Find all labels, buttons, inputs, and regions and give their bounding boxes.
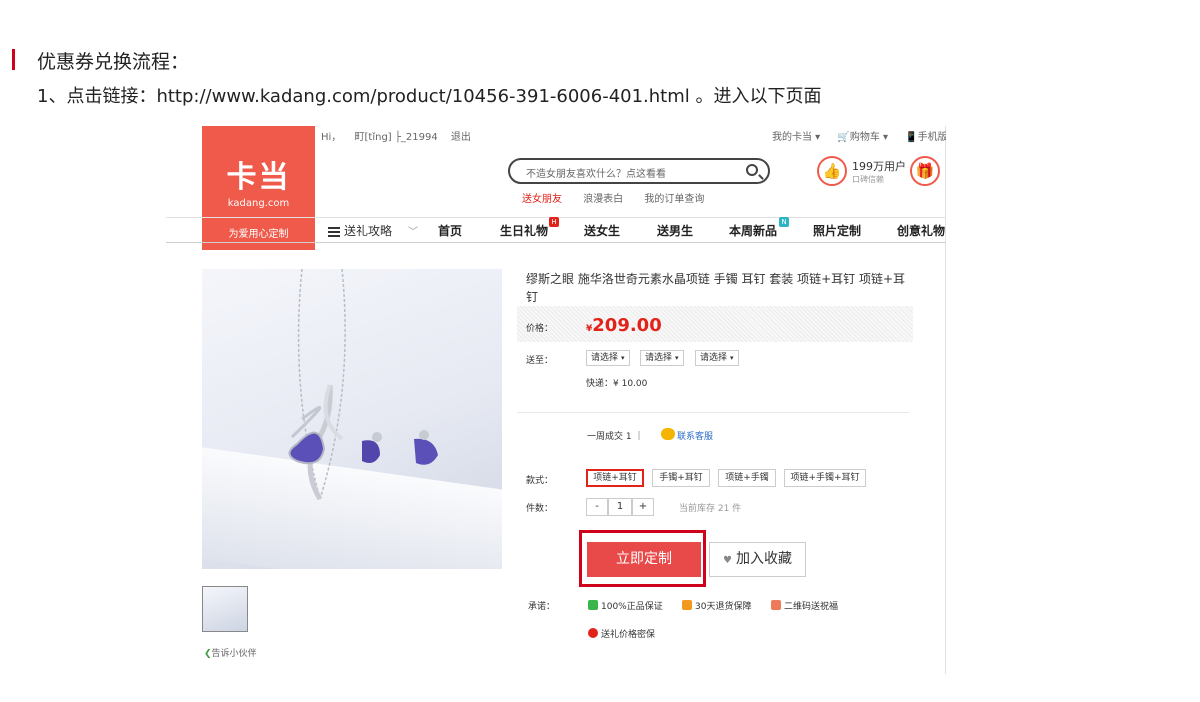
logo-name: 卡当 [226,160,291,195]
add-favorite-button[interactable]: ♥ 加入收藏 [709,542,806,577]
share-link[interactable]: ❮告诉小伙伴 [204,646,257,659]
logo-slogan: 为爱用心定制 [228,229,289,240]
dropdown-arrow-icon: ▾ [730,354,734,362]
promise-genuine: 100%正品保证 [588,599,663,612]
greeting: Hi， [321,132,342,143]
style-option-necklace-earrings[interactable]: 项链+耳钉 [586,469,644,487]
add-favorite-label: 加入收藏 [735,551,792,567]
product-price: ¥209.00 [586,315,662,336]
search-box[interactable]: 不造女朋友喜欢什么？点这看看 [508,158,770,184]
search-input[interactable]: 不造女朋友喜欢什么？点这看看 [526,165,666,180]
guide-step-1: 1、点击链接：http://www.kadang.com/product/104… [37,86,822,107]
province-select-value: 请选择 [591,353,619,363]
dropdown-arrow-icon: ▾ [675,354,679,362]
product-title: 缪斯之眼 施华洛世奇元素水晶项链 手镯 耳钉 套装 项链+耳钉 项链+耳钉 [526,272,905,304]
product-main-image [202,269,502,569]
kadang-logo[interactable]: 卡当 kadang.com 为爱用心定制 [202,126,315,250]
cart-link[interactable]: 🛒购物车 ▾ [837,132,888,143]
city-select-value: 请选择 [645,353,673,363]
nav-item-birthday[interactable]: 生日礼物 [500,222,548,239]
mobile-link[interactable]: 📱手机版 [905,132,946,143]
nav-item-for-her[interactable]: 送女生 [584,222,620,239]
promise-qrcode: 二维码送祝福 [771,599,838,612]
product-page-screenshot: Hi， 町[tǐng] ├_21994 退出 我的卡当 ▾ 🛒购物车 ▾ 📱手机… [166,126,946,674]
gift-icon[interactable]: 🎁 [910,156,940,186]
hotword-link[interactable]: 送女朋友 [522,194,562,205]
province-select[interactable]: 请选择 ▾ [586,350,630,366]
menu-icon [328,225,340,239]
quantity-input[interactable]: 1 [608,498,632,516]
customize-now-button[interactable]: 立即定制 [587,542,701,577]
genuine-icon [588,600,598,610]
return-icon [682,600,692,610]
stock-text: 当前库存 21 件 [679,504,742,514]
style-option-bracelet-earrings[interactable]: 手镯+耳钉 [652,469,710,487]
topbar-user: Hi， 町[tǐng] ├_21994 退出 [321,128,481,143]
customer-service-link[interactable]: 联系客服 [677,429,713,442]
quantity-decrease-button[interactable]: - [586,498,608,516]
price-band [517,306,913,342]
hotword-link[interactable]: 浪漫表白 [583,194,623,205]
hotword-link[interactable]: 我的订单查询 [644,194,704,205]
chevron-down-icon: ﹀ [408,227,419,238]
users-count: 199万用户 [852,160,906,173]
logout-link[interactable]: 退出 [451,132,471,143]
nav-item-photo-custom[interactable]: 照片定制 [813,222,861,239]
style-label: 款式： [526,476,554,486]
nav-item-creative-gifts[interactable]: 创意礼物 [897,222,945,239]
nav-item-home[interactable]: 首页 [438,222,462,239]
nav-item-for-him[interactable]: 送男生 [657,222,693,239]
style-option-necklace-bracelet[interactable]: 项链+手镯 [718,469,776,487]
category-menu[interactable]: 送礼攻略 ﹀ [328,222,418,239]
price-value: 209.00 [592,315,662,336]
style-option-all[interactable]: 项链+手镯+耳钉 [784,469,866,487]
district-select-value: 请选择 [700,353,728,363]
promise-return: 30天退货保障 [682,599,751,612]
shipping-fee: 快递：¥ 10.00 [586,379,648,389]
thumbs-up-icon: 👍 [817,156,847,186]
category-menu-label: 送礼攻略 [344,224,393,238]
city-select[interactable]: 请选择 ▾ [640,350,684,366]
ship-to-label: 送至： [526,356,554,366]
necklace-illustration [288,269,438,501]
weekly-sales: 一周成交 1 ｜ [587,432,644,442]
price-protect-icon [588,628,598,638]
product-thumbnail[interactable] [202,586,248,632]
price-label: 价格： [526,324,554,334]
search-icon[interactable] [746,164,758,176]
quantity-increase-button[interactable]: + [632,498,654,516]
share-arrow-icon: ❮ [204,649,212,659]
screenshot-right-border [945,126,946,674]
guide-accent-bar [12,49,15,70]
hot-tag-badge: H [549,217,559,227]
search-hotwords: 送女朋友 浪漫表白 我的订单查询 [522,190,722,205]
logo-domain: kadang.com [227,198,290,209]
username-link[interactable]: 町[tǐng] ├_21994 [355,132,438,143]
promise-label: 承诺： [528,602,556,612]
nav-bottom-divider [166,242,946,243]
guide-title: 优惠券兑换流程： [37,51,190,73]
my-kadang-link[interactable]: 我的卡当 ▾ [772,132,820,143]
qrcode-icon [771,600,781,610]
promise-qrcode-text: 二维码送祝福 [784,602,839,612]
share-label: 告诉小伙伴 [211,649,257,659]
section-divider [517,412,909,413]
promise-price-text: 送礼价格密保 [601,630,656,640]
dropdown-arrow-icon: ▾ [621,354,625,362]
customer-service-icon[interactable] [661,428,675,440]
heart-icon: ♥ [723,555,732,566]
topbar-links: 我的卡当 ▾ 🛒购物车 ▾ 📱手机版 我 [772,128,946,143]
promise-return-text: 30天退货保障 [695,602,752,612]
promise-price: 送礼价格密保 [588,627,655,640]
district-select[interactable]: 请选择 ▾ [695,350,739,366]
nav-item-new-this-week[interactable]: 本周新品 [729,222,777,239]
promise-genuine-text: 100%正品保证 [601,602,663,612]
users-subtitle: 口碑信赖 [852,175,884,184]
new-tag-badge: N [779,217,789,227]
quantity-label: 件数： [526,504,554,514]
